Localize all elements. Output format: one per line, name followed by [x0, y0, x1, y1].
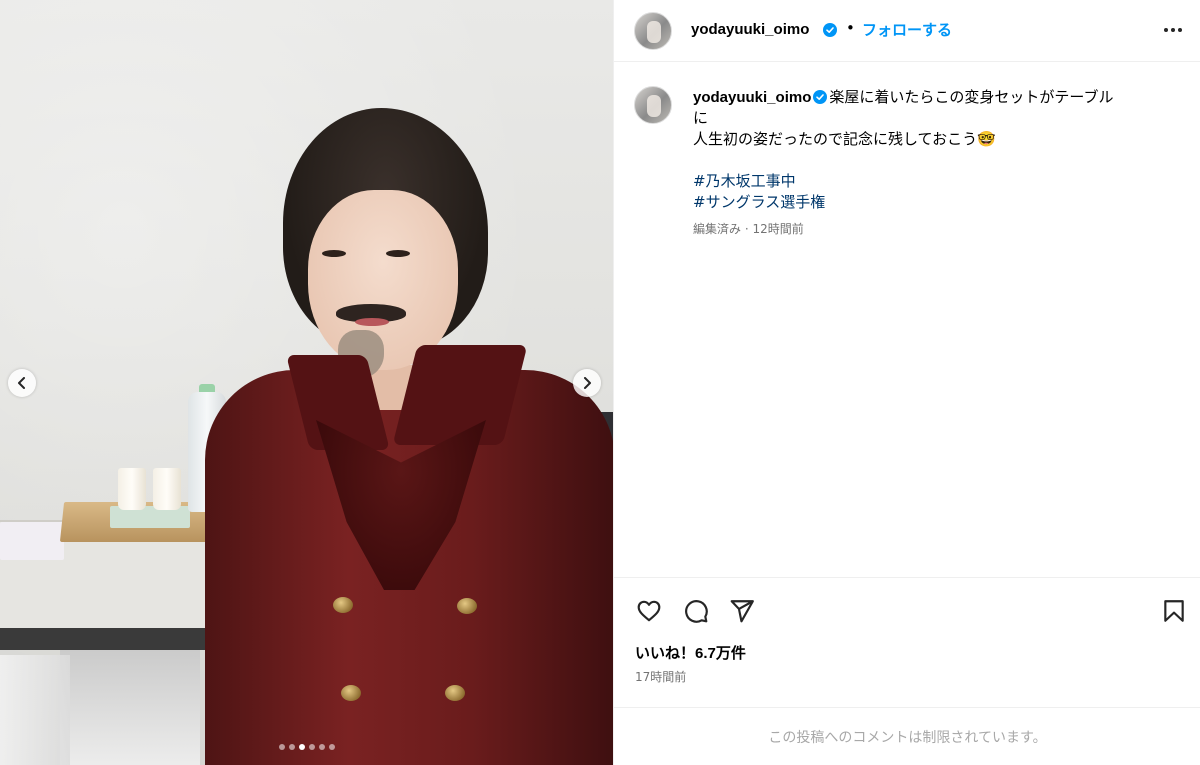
share-button[interactable] [727, 596, 757, 626]
photo-jacket-button [445, 685, 465, 701]
photo-jacket-button [457, 598, 477, 614]
caption-line-1: 楽屋に着いたらこの変身セットがテーブル [829, 88, 1114, 106]
post-header: yodayuuki_oimo • フォローする [614, 0, 1200, 62]
photo-cup [118, 468, 146, 510]
caption-line-2: に [693, 109, 709, 127]
post-timestamp[interactable]: 17時間前 [635, 668, 686, 685]
save-button[interactable] [1159, 596, 1189, 626]
carousel-dot [298, 744, 305, 750]
carousel-dot [278, 744, 285, 750]
photo-jacket-button [333, 597, 353, 613]
photo-person-lips [355, 318, 389, 326]
post-caption: yodayuuki_oimo 楽屋に着いたらこの変身セットがテーブル に 人生初の… [614, 62, 1200, 576]
more-options-button[interactable] [1161, 22, 1185, 38]
carousel-dot [308, 744, 315, 750]
post-actions: いいね！6.7万件 17時間前 [614, 577, 1200, 707]
caption-username[interactable]: yodayuuki_oimo [693, 89, 811, 106]
chevron-right-icon [584, 377, 591, 389]
likes-count[interactable]: いいね！6.7万件 [635, 642, 746, 663]
carousel-next-button[interactable] [573, 369, 601, 397]
carousel-dot [318, 744, 325, 750]
photo-jacket-button [341, 685, 361, 701]
photo-table-edge [0, 628, 230, 650]
bookmark-icon [1164, 600, 1184, 622]
more-options-dot [1171, 28, 1175, 32]
comments-restricted-notice: この投稿へのコメントは制限されています。 [614, 707, 1200, 765]
caption-meta: 編集済み · 12時間前 [693, 222, 804, 236]
header-separator: • [846, 19, 855, 37]
caption-text: yodayuuki_oimo 楽屋に着いたらこの変身セットがテーブル に 人生初の… [693, 87, 1183, 240]
hashtag-link[interactable]: #乃木坂工事中 [693, 171, 1183, 192]
comment-icon [685, 600, 708, 623]
verified-badge-icon [823, 23, 837, 37]
avatar[interactable] [634, 86, 672, 124]
carousel-indicator [0, 744, 613, 750]
carousel-dot [328, 744, 335, 750]
photo-person-eye [322, 250, 346, 257]
heart-icon [637, 600, 661, 622]
photo-person-eye [386, 250, 410, 257]
chevron-left-icon [18, 377, 25, 389]
caption-line-3: 人生初の姿だったので記念に残しておこう🤓 [693, 130, 996, 148]
share-icon [730, 600, 754, 623]
post-media [0, 0, 613, 765]
like-button[interactable] [634, 596, 664, 626]
comment-button[interactable] [681, 596, 711, 626]
carousel-prev-button[interactable] [8, 369, 36, 397]
more-options-icon [1164, 28, 1168, 32]
follow-button[interactable]: フォローする [862, 19, 952, 40]
photo-cup [153, 468, 181, 510]
carousel-dot [288, 744, 295, 750]
header-username[interactable]: yodayuuki_oimo [691, 21, 809, 38]
caption-first-line: yodayuuki_oimo 楽屋に着いたらこの変身セットがテーブル [693, 87, 1183, 108]
post-details-panel: yodayuuki_oimo • フォローする yodayuuki_oimo 楽屋… [613, 0, 1200, 765]
hashtag-link[interactable]: #サングラス選手権 [693, 192, 1183, 213]
photo-napkin [0, 522, 64, 560]
avatar[interactable] [634, 12, 672, 50]
verified-badge-icon [813, 90, 828, 104]
more-options-dot [1178, 28, 1182, 32]
